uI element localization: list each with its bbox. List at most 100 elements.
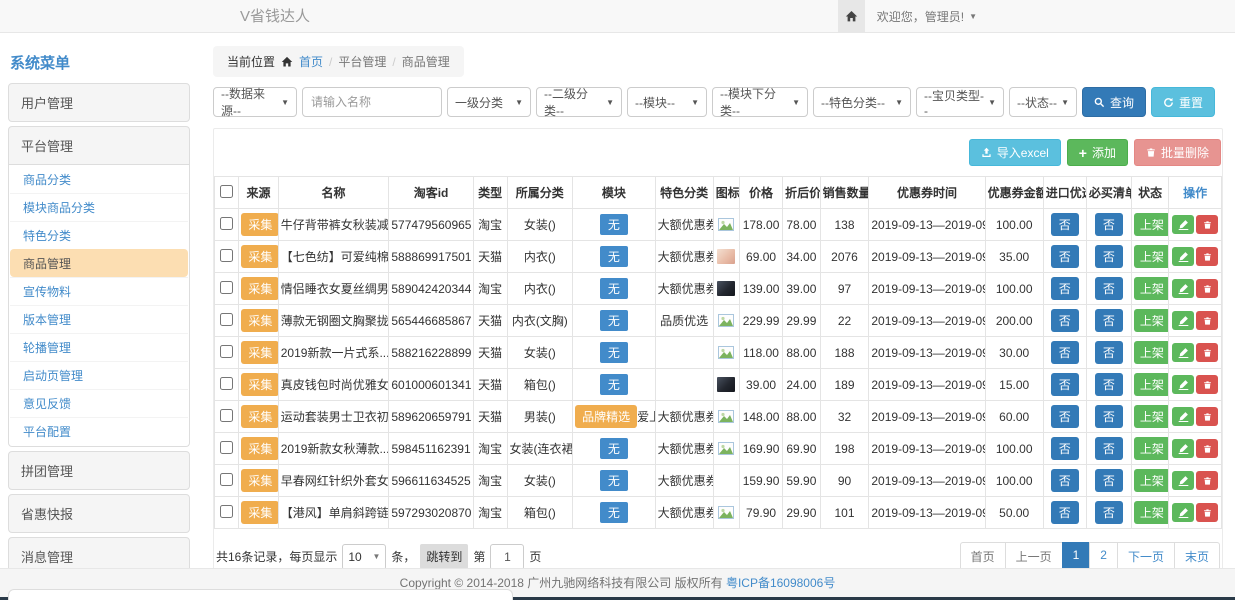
row-checkbox[interactable]: [220, 505, 233, 518]
status-toggle[interactable]: 上架: [1134, 277, 1169, 300]
edit-button[interactable]: [1172, 375, 1194, 394]
must-buy-toggle[interactable]: 否: [1095, 309, 1123, 332]
must-buy-toggle[interactable]: 否: [1095, 501, 1123, 524]
status-toggle[interactable]: 上架: [1134, 373, 1169, 396]
module-badge[interactable]: 无: [600, 278, 628, 299]
import-pick-toggle[interactable]: 否: [1051, 501, 1079, 524]
filter-select[interactable]: --状态--▼: [1009, 87, 1077, 117]
add-button[interactable]: + 添加: [1067, 139, 1128, 166]
module-badge[interactable]: 无: [600, 438, 628, 459]
module-badge[interactable]: 无: [600, 246, 628, 267]
must-buy-toggle[interactable]: 否: [1095, 245, 1123, 268]
batch-delete-button[interactable]: 批量删除: [1134, 139, 1221, 166]
module-badge[interactable]: 品牌精选: [575, 405, 637, 428]
delete-button[interactable]: [1196, 215, 1218, 234]
row-checkbox[interactable]: [220, 217, 233, 230]
filter-select[interactable]: --宝贝类型--▼: [916, 87, 1004, 117]
reset-button[interactable]: 重置: [1151, 87, 1215, 117]
edit-button[interactable]: [1172, 407, 1194, 426]
home-button[interactable]: [838, 0, 865, 32]
import-pick-toggle[interactable]: 否: [1051, 245, 1079, 268]
import-pick-toggle[interactable]: 否: [1051, 405, 1079, 428]
sidebar-item[interactable]: 商品管理: [10, 249, 188, 277]
must-buy-toggle[interactable]: 否: [1095, 437, 1123, 460]
filter-select[interactable]: --特色分类--▼: [813, 87, 911, 117]
delete-button[interactable]: [1196, 439, 1218, 458]
import-pick-toggle[interactable]: 否: [1051, 373, 1079, 396]
module-badge[interactable]: 无: [600, 470, 628, 491]
filter-select[interactable]: --二级分类--▼: [536, 87, 622, 117]
filter-select[interactable]: --模块下分类--▼: [712, 87, 808, 117]
sidebar-item[interactable]: 商品分类: [10, 166, 188, 193]
delete-button[interactable]: [1196, 311, 1218, 330]
import-pick-toggle[interactable]: 否: [1051, 437, 1079, 460]
row-checkbox[interactable]: [220, 345, 233, 358]
delete-button[interactable]: [1196, 471, 1218, 490]
must-buy-toggle[interactable]: 否: [1095, 277, 1123, 300]
module-badge[interactable]: 无: [600, 310, 628, 331]
edit-button[interactable]: [1172, 279, 1194, 298]
query-button[interactable]: 查询: [1082, 87, 1146, 117]
module-badge[interactable]: 无: [600, 342, 628, 363]
status-toggle[interactable]: 上架: [1134, 501, 1169, 524]
filter-select[interactable]: 一级分类▼: [447, 87, 531, 117]
delete-button[interactable]: [1196, 343, 1218, 362]
filter-select[interactable]: --数据来源--▼: [213, 87, 297, 117]
select-all-checkbox[interactable]: [220, 185, 233, 198]
edit-button[interactable]: [1172, 311, 1194, 330]
import-pick-toggle[interactable]: 否: [1051, 213, 1079, 236]
must-buy-toggle[interactable]: 否: [1095, 469, 1123, 492]
sidebar-item[interactable]: 版本管理: [10, 305, 188, 333]
breadcrumb-home-link[interactable]: 首页: [299, 53, 323, 70]
must-buy-toggle[interactable]: 否: [1095, 405, 1123, 428]
delete-button[interactable]: [1196, 407, 1218, 426]
edit-button[interactable]: [1172, 343, 1194, 362]
edit-button[interactable]: [1172, 439, 1194, 458]
status-toggle[interactable]: 上架: [1134, 309, 1169, 332]
status-toggle[interactable]: 上架: [1134, 341, 1169, 364]
row-checkbox[interactable]: [220, 409, 233, 422]
sidebar-item[interactable]: 特色分类: [10, 221, 188, 249]
delete-button[interactable]: [1196, 247, 1218, 266]
page-number-input[interactable]: [490, 544, 524, 570]
page-button[interactable]: 2: [1089, 542, 1118, 571]
row-checkbox[interactable]: [220, 313, 233, 326]
per-page-select[interactable]: 10 ▼: [342, 544, 386, 570]
edit-button[interactable]: [1172, 471, 1194, 490]
import-pick-toggle[interactable]: 否: [1051, 277, 1079, 300]
import-excel-button[interactable]: 导入excel: [969, 139, 1061, 166]
jump-to-button[interactable]: 跳转到: [420, 544, 468, 569]
row-checkbox[interactable]: [220, 281, 233, 294]
delete-button[interactable]: [1196, 503, 1218, 522]
status-toggle[interactable]: 上架: [1134, 245, 1169, 268]
sidebar-group-heading[interactable]: 用户管理: [8, 83, 190, 122]
sidebar-group-heading[interactable]: 省惠快报: [8, 494, 190, 533]
delete-button[interactable]: [1196, 375, 1218, 394]
filter-select[interactable]: --模块--▼: [627, 87, 707, 117]
sidebar-item[interactable]: 轮播管理: [10, 333, 188, 361]
user-menu[interactable]: 欢迎您，管理员! ▼: [865, 0, 989, 32]
module-badge[interactable]: 无: [600, 502, 628, 523]
page-button[interactable]: 上一页: [1005, 542, 1063, 571]
sidebar-item[interactable]: 宣传物料: [10, 277, 188, 305]
sidebar-item[interactable]: 启动页管理: [10, 361, 188, 389]
page-button[interactable]: 首页: [960, 542, 1006, 571]
status-toggle[interactable]: 上架: [1134, 213, 1169, 236]
row-checkbox[interactable]: [220, 377, 233, 390]
sidebar-group-heading[interactable]: 拼团管理: [8, 451, 190, 490]
module-badge[interactable]: 无: [600, 214, 628, 235]
page-button[interactable]: 下一页: [1117, 542, 1175, 571]
module-badge[interactable]: 无: [600, 374, 628, 395]
status-toggle[interactable]: 上架: [1134, 405, 1169, 428]
sidebar-group-heading[interactable]: 平台管理: [8, 126, 190, 165]
icp-link[interactable]: 粤ICP备16098006号: [726, 576, 835, 590]
import-pick-toggle[interactable]: 否: [1051, 341, 1079, 364]
delete-button[interactable]: [1196, 279, 1218, 298]
sidebar-item[interactable]: 平台配置: [10, 417, 188, 445]
must-buy-toggle[interactable]: 否: [1095, 213, 1123, 236]
row-checkbox[interactable]: [220, 249, 233, 262]
must-buy-toggle[interactable]: 否: [1095, 373, 1123, 396]
edit-button[interactable]: [1172, 247, 1194, 266]
page-button[interactable]: 1: [1062, 542, 1091, 571]
status-toggle[interactable]: 上架: [1134, 437, 1169, 460]
